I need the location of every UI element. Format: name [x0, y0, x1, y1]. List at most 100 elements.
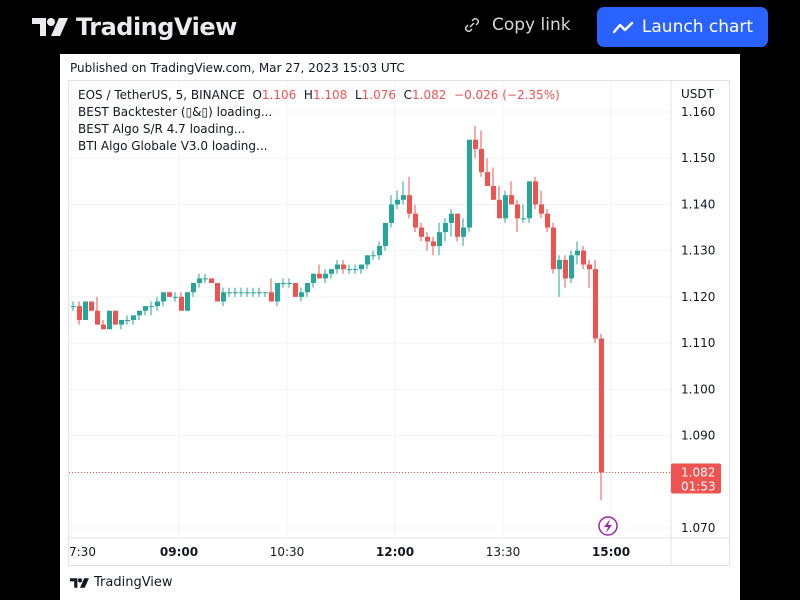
candle-body[interactable]: [377, 246, 382, 256]
candle-body[interactable]: [149, 306, 154, 308]
candle-body[interactable]: [521, 218, 526, 220]
candle-body[interactable]: [419, 227, 424, 237]
candle-body[interactable]: [71, 306, 76, 308]
candle-body[interactable]: [449, 213, 454, 223]
indicator-row[interactable]: BEST Algo S/R 4.7 loading...: [78, 121, 560, 138]
candle-body[interactable]: [527, 181, 532, 219]
candle-body[interactable]: [197, 278, 202, 284]
candle-body[interactable]: [269, 292, 274, 302]
candle-body[interactable]: [131, 315, 136, 320]
candle-body[interactable]: [497, 199, 502, 219]
candle-body[interactable]: [137, 310, 142, 316]
price-tick-label: 1.130: [681, 244, 715, 258]
candle-body[interactable]: [401, 195, 406, 200]
candle-body[interactable]: [575, 250, 580, 256]
candle-body[interactable]: [317, 273, 322, 279]
candle-body[interactable]: [305, 283, 310, 293]
candle-body[interactable]: [329, 269, 334, 274]
candle-body[interactable]: [113, 310, 118, 325]
candle-body[interactable]: [395, 199, 400, 205]
candle-body[interactable]: [365, 255, 370, 265]
candle-body[interactable]: [515, 204, 520, 219]
candle-body[interactable]: [83, 301, 88, 320]
candle-body[interactable]: [347, 269, 352, 271]
candle-body[interactable]: [251, 292, 256, 294]
candle-body[interactable]: [341, 264, 346, 270]
candle-body[interactable]: [167, 292, 172, 297]
candle-body[interactable]: [425, 236, 430, 242]
candle-body[interactable]: [179, 296, 184, 311]
candle-body[interactable]: [143, 306, 148, 311]
candle-body[interactable]: [101, 324, 106, 330]
candle-body[interactable]: [263, 292, 268, 294]
candle-body[interactable]: [455, 213, 460, 237]
candle-body[interactable]: [299, 292, 304, 297]
low-label: L: [354, 88, 362, 102]
candle-body[interactable]: [77, 306, 82, 320]
candle-body[interactable]: [95, 310, 100, 325]
candle-body[interactable]: [569, 255, 574, 279]
candle-body[interactable]: [185, 292, 190, 311]
footer-logo[interactable]: TradingView: [70, 575, 173, 590]
candle-body[interactable]: [125, 319, 130, 321]
candle-body[interactable]: [227, 292, 232, 294]
candle-body[interactable]: [371, 255, 376, 257]
candle-body[interactable]: [545, 213, 550, 228]
candle-body[interactable]: [239, 292, 244, 294]
indicator-row[interactable]: BEST Backtester (▯&▯) loading...: [78, 104, 560, 121]
candle-body[interactable]: [233, 292, 238, 294]
candle-body[interactable]: [173, 296, 178, 298]
candle-body[interactable]: [275, 283, 280, 302]
tradingview-logo-icon: [70, 577, 89, 588]
indicator-row[interactable]: BTI Algo Globale V3.0 loading...: [78, 138, 560, 155]
candle-body[interactable]: [551, 227, 556, 270]
candle-body[interactable]: [245, 292, 250, 294]
open-label: O: [252, 88, 262, 102]
candle-body[interactable]: [293, 283, 298, 297]
candle-body[interactable]: [257, 292, 262, 294]
candle-body[interactable]: [485, 172, 490, 186]
candle-body[interactable]: [311, 273, 316, 284]
candle-body[interactable]: [389, 204, 394, 223]
candle-body[interactable]: [215, 283, 220, 302]
candle-body[interactable]: [503, 195, 508, 219]
candle-body[interactable]: [599, 338, 604, 473]
candle-body[interactable]: [593, 269, 598, 339]
candle-body[interactable]: [335, 264, 340, 270]
candle-body[interactable]: [563, 259, 568, 279]
candle-body[interactable]: [353, 269, 358, 271]
candle-body[interactable]: [413, 213, 418, 228]
candle-body[interactable]: [203, 278, 208, 280]
candle-body[interactable]: [431, 241, 436, 247]
candle-body[interactable]: [281, 283, 286, 285]
candle-body[interactable]: [461, 227, 466, 237]
candle-body[interactable]: [557, 259, 562, 270]
time-tick-label: 12:00: [376, 545, 414, 559]
candle-body[interactable]: [287, 283, 292, 285]
candle-body[interactable]: [587, 264, 592, 270]
candle-body[interactable]: [533, 181, 538, 205]
price-axis-currency: USDT: [681, 87, 715, 101]
candle-body[interactable]: [107, 310, 112, 330]
symbol-title[interactable]: EOS / TetherUS, 5, BINANCE: [78, 88, 245, 102]
candle-body[interactable]: [155, 301, 160, 307]
candle-body[interactable]: [89, 301, 94, 311]
candle-body[interactable]: [383, 222, 388, 247]
candle-body[interactable]: [509, 195, 514, 205]
time-tick-label: 09:00: [160, 545, 198, 559]
candle-body[interactable]: [581, 250, 586, 265]
candle-body[interactable]: [161, 292, 166, 302]
candle-body[interactable]: [323, 273, 328, 279]
candle-body[interactable]: [209, 278, 214, 284]
candle-body[interactable]: [437, 232, 442, 247]
candle-body[interactable]: [119, 319, 124, 325]
candle-body[interactable]: [443, 222, 448, 233]
candle-body[interactable]: [221, 292, 226, 302]
candle-body[interactable]: [539, 204, 544, 214]
candle-body[interactable]: [359, 264, 364, 270]
candle-body[interactable]: [491, 185, 496, 200]
price-tick-label: 1.120: [681, 290, 715, 304]
close-value: 1.082: [412, 88, 447, 102]
candle-body[interactable]: [407, 195, 412, 214]
candle-body[interactable]: [191, 283, 196, 293]
